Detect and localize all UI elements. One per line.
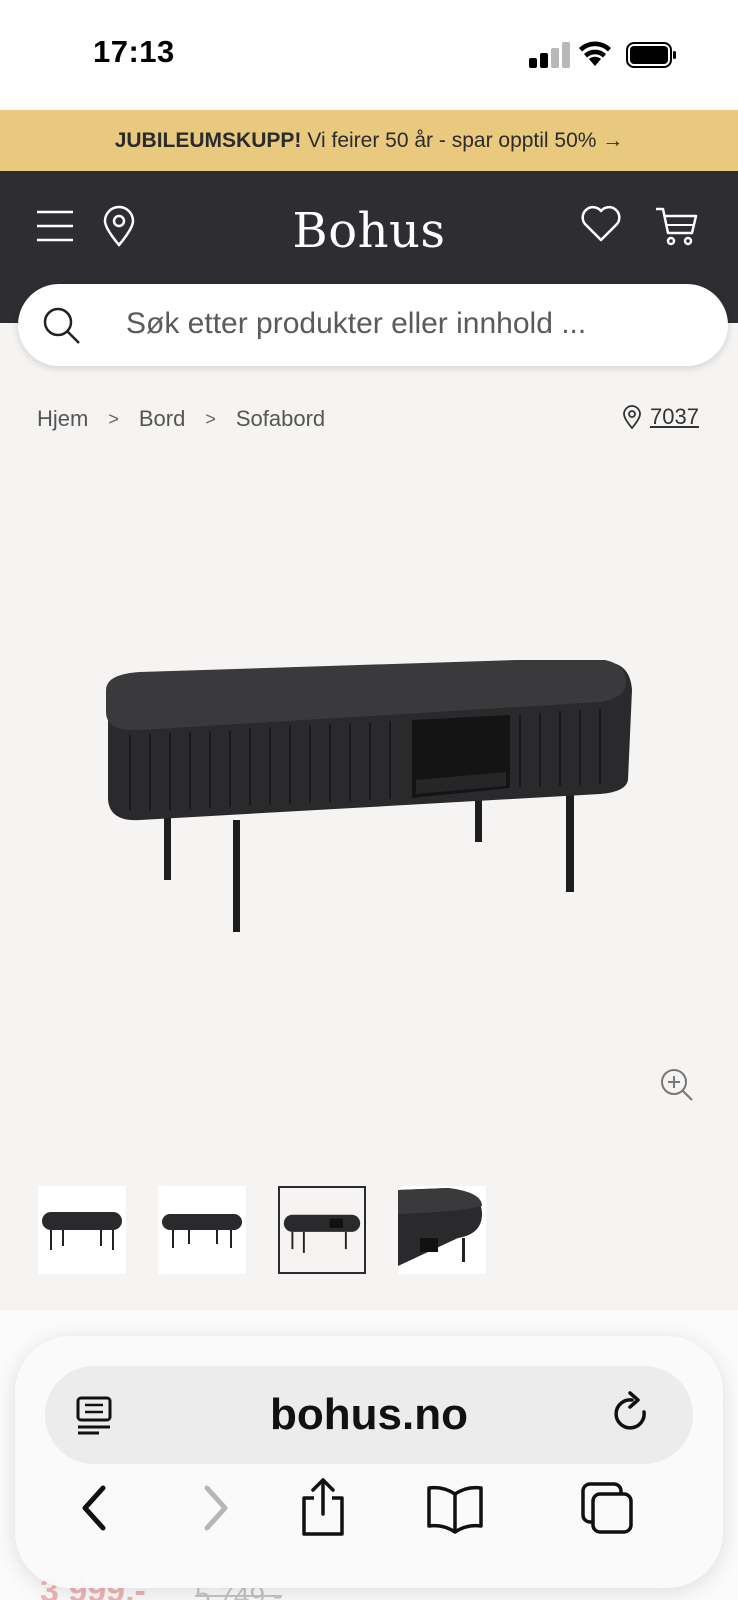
back-icon[interactable] xyxy=(75,1484,115,1532)
breadcrumb-home[interactable]: Hjem xyxy=(37,406,88,432)
promo-headline: JUBILEUMSKUPP! xyxy=(114,128,302,152)
battery-icon xyxy=(626,42,676,68)
zoom-in-icon[interactable] xyxy=(660,1068,694,1102)
promo-text: Vi feirer 50 år - spar opptil 50% → xyxy=(307,128,624,152)
breadcrumb-separator: > xyxy=(108,408,119,429)
postal-code[interactable]: 7037 xyxy=(650,404,699,430)
url-text: bohus.no xyxy=(270,1390,468,1439)
search-icon xyxy=(43,307,80,344)
share-icon[interactable] xyxy=(299,1476,347,1538)
thumbnail-4[interactable] xyxy=(398,1186,486,1274)
status-time: 17:13 xyxy=(93,34,175,69)
browser-toolbar: bohus.no xyxy=(15,1336,723,1588)
thumbnail-3-selected[interactable] xyxy=(278,1186,366,1274)
page: 17:13 JUBILEUMSKUPP! Vi feirer 50 år - s… xyxy=(0,0,738,1600)
thumbnail-image xyxy=(398,1188,482,1266)
breadcrumb-sofabord[interactable]: Sofabord xyxy=(236,406,325,432)
wifi-icon xyxy=(579,41,611,66)
store-location[interactable]: 7037 xyxy=(622,404,699,430)
breadcrumb-bord[interactable]: Bord xyxy=(139,406,185,432)
reload-icon[interactable] xyxy=(611,1390,653,1436)
thumbnail-1[interactable] xyxy=(38,1186,126,1274)
bohus-logo[interactable]: Bohus xyxy=(0,203,738,259)
cellular-signal-icon xyxy=(529,42,570,68)
breadcrumb-separator: > xyxy=(205,408,216,429)
thumbnail-image xyxy=(283,1214,361,1253)
cart-icon[interactable] xyxy=(654,205,698,247)
thumbnail-image xyxy=(42,1212,122,1250)
tabs-icon[interactable] xyxy=(579,1480,635,1536)
location-pin-icon xyxy=(623,405,641,429)
address-bar[interactable]: bohus.no xyxy=(45,1366,693,1464)
search-input[interactable] xyxy=(126,302,686,346)
breadcrumb: Hjem > Bord > Sofabord xyxy=(37,406,325,432)
heart-icon[interactable] xyxy=(580,205,622,243)
thumbnail-2[interactable] xyxy=(158,1186,246,1274)
promo-banner[interactable]: JUBILEUMSKUPP! Vi feirer 50 år - spar op… xyxy=(0,110,738,171)
search-bar[interactable] xyxy=(18,284,728,366)
status-bar: 17:13 xyxy=(0,0,738,110)
product-image[interactable] xyxy=(100,660,640,960)
thumbnail-image xyxy=(162,1214,242,1248)
bookmarks-icon[interactable] xyxy=(425,1484,485,1534)
forward-icon[interactable] xyxy=(195,1484,235,1532)
